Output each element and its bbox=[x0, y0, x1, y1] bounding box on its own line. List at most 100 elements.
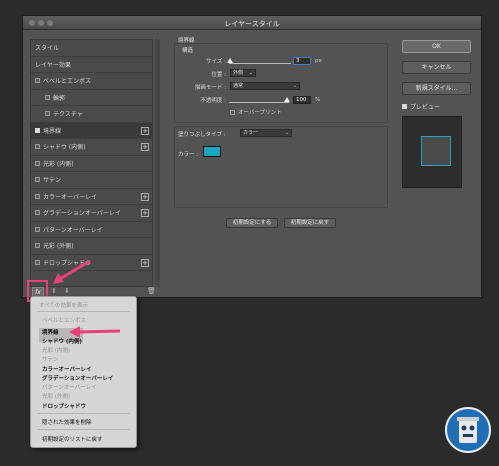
ok-button[interactable]: OK bbox=[402, 40, 471, 53]
add-effect-plus-icon[interactable]: + bbox=[141, 126, 149, 135]
effect-label: カラーオーバーレイ bbox=[43, 193, 97, 201]
effect-list-item[interactable]: サテン bbox=[31, 172, 152, 189]
size-slider-track[interactable] bbox=[229, 63, 291, 64]
effects-list-scrollbar[interactable] bbox=[155, 39, 160, 287]
size-input[interactable]: 3 bbox=[293, 57, 311, 65]
menu-item: サテン bbox=[42, 357, 59, 363]
effect-list-item[interactable]: 光彩 (外側) bbox=[31, 238, 152, 255]
effect-checkbox[interactable] bbox=[35, 78, 40, 84]
chevron-down-icon: ⌄ bbox=[248, 70, 253, 76]
effect-label: シャドウ (内側) bbox=[43, 144, 86, 152]
position-value: 外側 bbox=[233, 70, 244, 76]
chevron-down-icon: ⌄ bbox=[292, 83, 297, 89]
color-label: カラー : bbox=[178, 152, 199, 158]
robot-face-icon bbox=[457, 417, 479, 443]
dialog-titlebar[interactable]: レイヤースタイル bbox=[23, 16, 481, 30]
pink-arrow-to-stroke bbox=[69, 326, 121, 338]
size-label: サイズ : bbox=[206, 59, 226, 65]
add-effect-plus-icon[interactable]: + bbox=[141, 209, 149, 217]
fill-type-select[interactable]: カラー ⌄ bbox=[240, 129, 292, 137]
size-slider-thumb[interactable] bbox=[227, 58, 233, 63]
effect-checkbox[interactable] bbox=[35, 177, 40, 183]
effect-list-item[interactable]: 光彩 (内側) bbox=[31, 156, 152, 172]
effect-checkbox[interactable] bbox=[35, 226, 40, 232]
effect-checkbox[interactable] bbox=[45, 94, 50, 100]
position-select[interactable]: 外側 ⌄ bbox=[230, 69, 256, 77]
menu-item: 光彩 (内側) bbox=[42, 348, 71, 354]
menu-item[interactable]: 境界線 bbox=[42, 328, 59, 336]
effect-checkbox[interactable] bbox=[35, 210, 40, 216]
opacity-input[interactable]: 100 bbox=[293, 96, 311, 104]
effect-list-item[interactable]: 輪郭 bbox=[31, 90, 152, 106]
opacity-slider-track[interactable] bbox=[229, 102, 289, 103]
reset-default-button[interactable]: 初期設定に戻す bbox=[284, 218, 336, 228]
make-default-button[interactable]: 初期設定にする bbox=[226, 218, 278, 228]
effect-list-item[interactable]: グラデーションオーバーレイ + bbox=[31, 205, 152, 222]
effect-list-item[interactable]: パターンオーバーレイ bbox=[31, 222, 152, 238]
effect-list-item[interactable]: カラーオーバーレイ + bbox=[31, 189, 152, 205]
menu-item[interactable]: 隠された効果を削除 bbox=[42, 418, 92, 426]
site-logo bbox=[445, 407, 491, 453]
stroke-color-swatch[interactable] bbox=[203, 146, 221, 157]
opacity-label: 不透明度 : bbox=[200, 98, 226, 104]
effect-label: パターンオーバーレイ bbox=[43, 226, 103, 234]
effect-label: サテン bbox=[43, 177, 62, 185]
move-down-icon[interactable]: ⬇ bbox=[64, 287, 70, 295]
add-effect-plus-icon[interactable]: + bbox=[141, 258, 149, 267]
effect-list-item[interactable]: レイヤー効果 bbox=[31, 57, 152, 73]
add-effect-plus-icon[interactable]: + bbox=[141, 143, 149, 151]
opacity-unit: % bbox=[315, 97, 321, 103]
pink-arrow-to-fx bbox=[53, 259, 91, 284]
effect-label: ベベルとエンボス bbox=[43, 78, 92, 86]
fill-type-label: 塗りつぶしタイプ : bbox=[178, 132, 226, 138]
effect-checkbox[interactable] bbox=[45, 111, 50, 117]
effect-label: スタイル bbox=[35, 45, 60, 53]
effect-list-item[interactable]: 境界線 + bbox=[31, 122, 152, 139]
add-effect-plus-icon[interactable]: + bbox=[141, 192, 149, 201]
menu-item[interactable]: 初期設定のリストに戻す bbox=[42, 435, 103, 443]
effect-checkbox[interactable] bbox=[35, 160, 40, 166]
trash-icon[interactable]: 🗑 bbox=[147, 287, 156, 295]
effect-checkbox[interactable] bbox=[35, 144, 40, 150]
overprint-checkbox[interactable]: オーバープリント bbox=[230, 108, 282, 116]
effect-label: 輪郭 bbox=[53, 94, 66, 102]
effect-checkbox[interactable] bbox=[35, 127, 40, 133]
menu-separator bbox=[37, 429, 130, 430]
fill-type-value: カラー bbox=[243, 130, 259, 136]
menu-item[interactable]: グラデーションオーバーレイ bbox=[42, 374, 113, 382]
effect-list-item[interactable]: スタイル bbox=[31, 40, 152, 57]
preview-checkbox-box[interactable] bbox=[402, 104, 407, 109]
effect-label: 光彩 (外側) bbox=[43, 243, 74, 251]
effect-label: テクスチャ bbox=[53, 111, 83, 119]
menu-separator bbox=[37, 311, 130, 312]
effect-list-item[interactable]: シャドウ (内側) + bbox=[31, 139, 152, 156]
structure-title: 構造 bbox=[182, 48, 194, 54]
effect-checkbox[interactable] bbox=[35, 259, 40, 265]
effect-label: レイヤー効果 bbox=[35, 61, 71, 69]
menu-item: 光彩 (外側) bbox=[42, 394, 71, 400]
effect-list-item[interactable]: ベベルとエンボス bbox=[31, 73, 152, 90]
menu-separator bbox=[37, 413, 130, 414]
menu-item: すべての効果を表示 bbox=[39, 303, 88, 309]
opacity-slider-thumb[interactable] bbox=[284, 97, 290, 102]
blend-mode-label: 描画モード : bbox=[194, 85, 226, 91]
fill-type-group bbox=[174, 126, 388, 208]
menu-item[interactable]: ドロップシャドウ bbox=[42, 402, 86, 410]
preview-thumbnail bbox=[402, 116, 462, 188]
effect-checkbox[interactable] bbox=[35, 243, 40, 249]
preview-square bbox=[421, 136, 451, 166]
effect-label: グラデーションオーバーレイ bbox=[43, 210, 121, 218]
fx-dropdown-menu: すべての効果を表示 ベベルとエンボス 境界線 シャドウ (内側) 光彩 (内側) サテンカ… bbox=[30, 296, 137, 448]
menu-item[interactable]: カラーオーバーレイ bbox=[42, 365, 91, 373]
preview-checkbox[interactable]: プレビュー bbox=[402, 102, 440, 111]
blend-mode-select[interactable]: 通常 ⌄ bbox=[230, 82, 300, 90]
effect-checkbox[interactable] bbox=[35, 193, 40, 199]
move-up-icon[interactable]: ⬆ bbox=[51, 287, 57, 295]
chevron-down-icon: ⌄ bbox=[284, 130, 289, 136]
overprint-label: オーバープリント bbox=[238, 110, 282, 116]
overprint-checkbox-box[interactable] bbox=[230, 109, 235, 115]
cancel-button[interactable]: キャンセル bbox=[402, 61, 471, 74]
new-style-button[interactable]: 新規スタイル... bbox=[402, 82, 471, 95]
effect-list-item[interactable]: テクスチャ bbox=[31, 106, 152, 123]
dialog-title: レイヤースタイル bbox=[224, 20, 280, 28]
